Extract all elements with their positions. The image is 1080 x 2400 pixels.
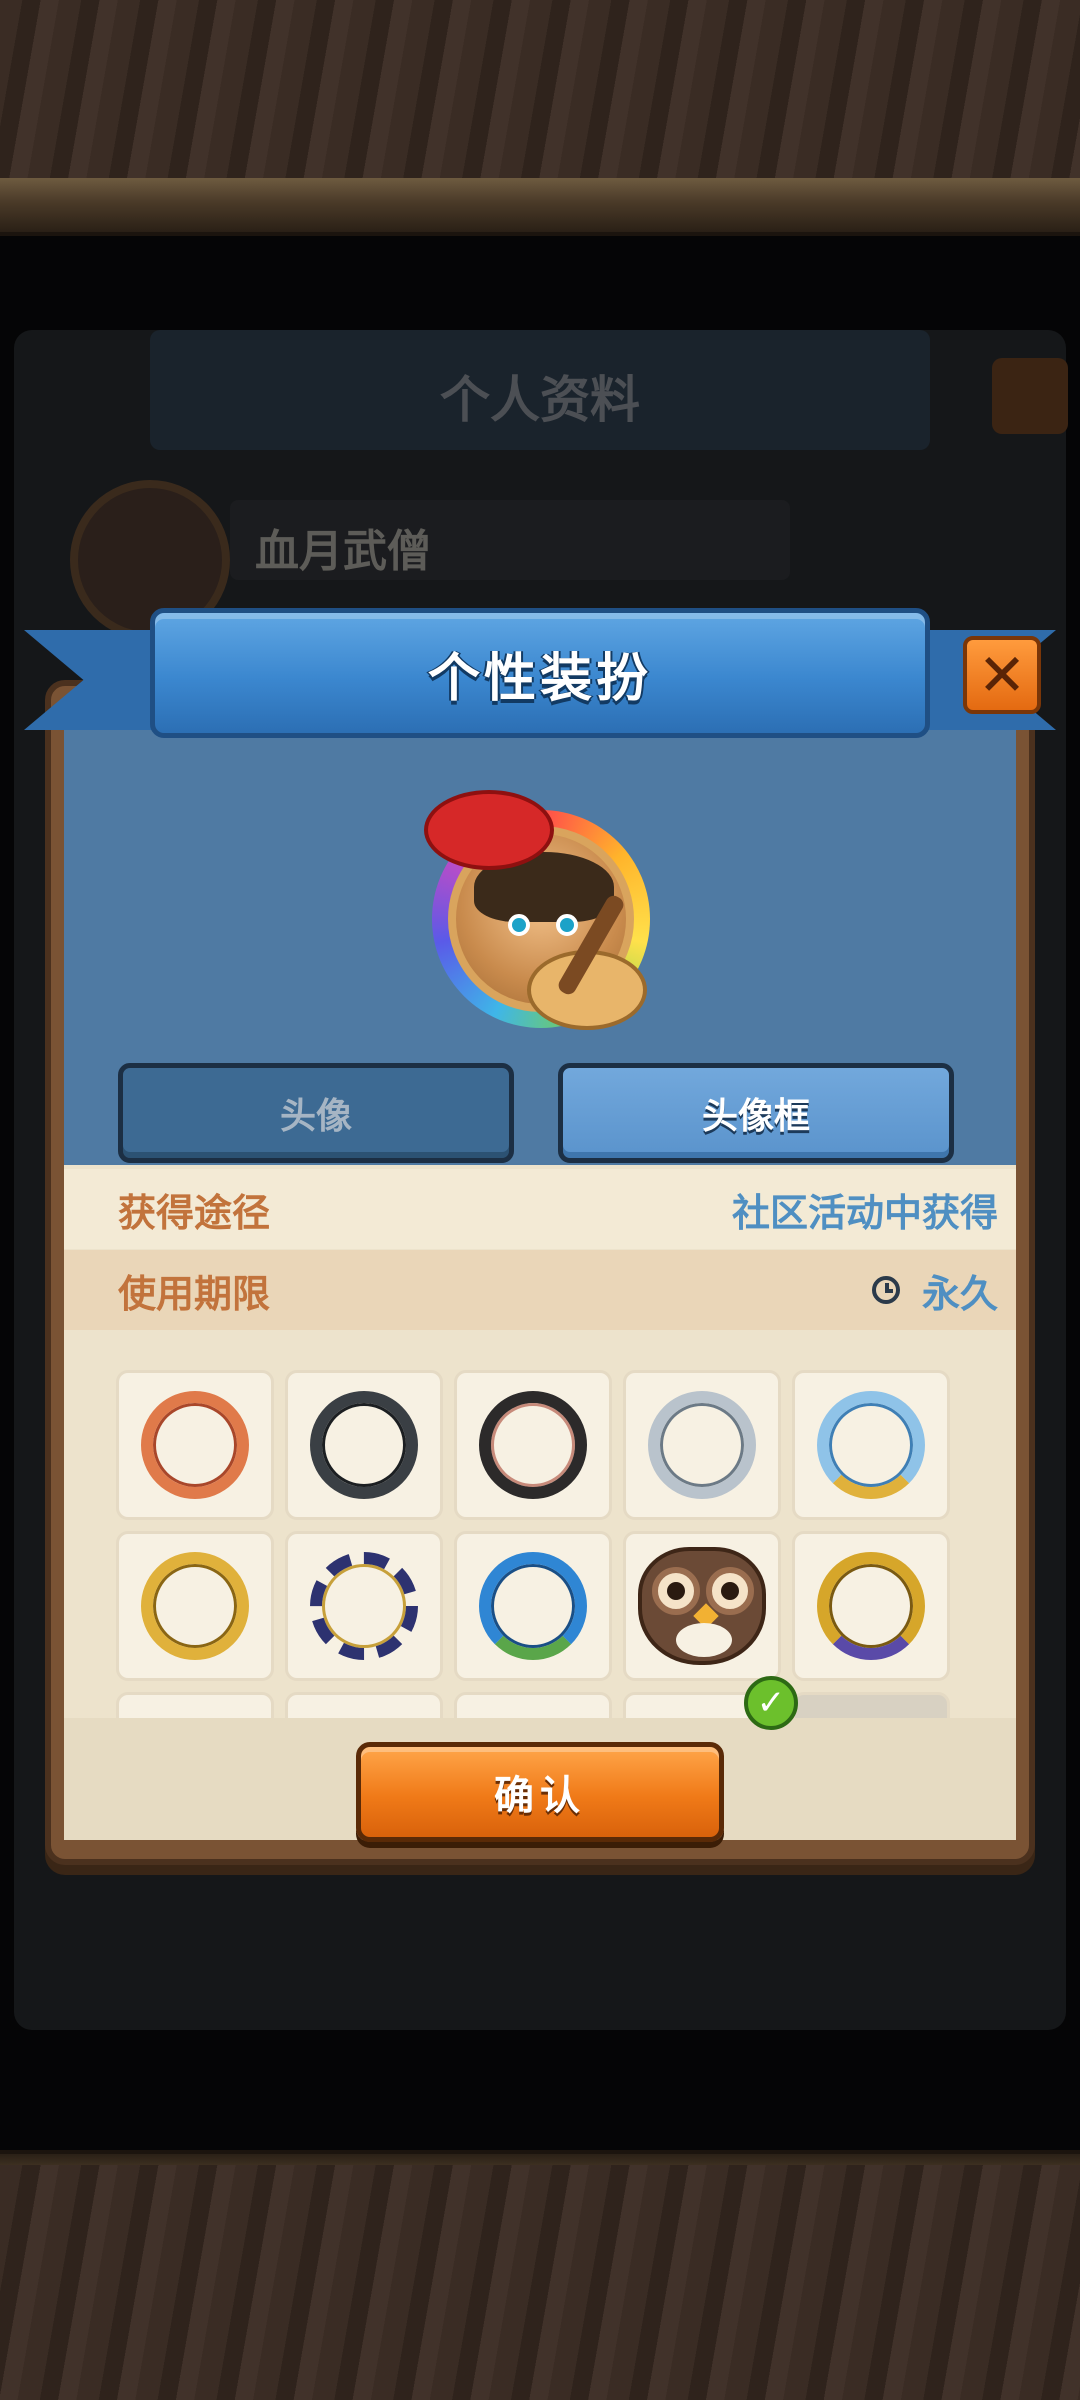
frame-cell-chain[interactable] xyxy=(285,1531,443,1681)
dark-steel-ring-frame-icon xyxy=(310,1391,418,1499)
clock-icon xyxy=(871,1276,900,1304)
portrait-eye-left xyxy=(508,914,530,936)
period-label: 使用期限 xyxy=(118,1271,271,1316)
owl-eye-right xyxy=(706,1567,754,1615)
tab-avatar-frame[interactable]: 头像框 xyxy=(558,1063,954,1163)
player-name: 血月武僧 xyxy=(255,526,431,577)
portrait-eye-right xyxy=(556,914,578,936)
source-row: 获得途径 社区活动中获得 xyxy=(64,1169,1016,1249)
frame-cell-dark-steel[interactable] xyxy=(285,1370,443,1520)
gold-purple-ring-frame-icon xyxy=(817,1552,925,1660)
copper-ring-frame-icon xyxy=(141,1391,249,1499)
dialog-title: 个性装扮 xyxy=(427,649,652,709)
profile-close-button xyxy=(992,358,1068,434)
equipped-check-icon: ✓ xyxy=(744,1676,798,1730)
source-value: 社区活动中获得 xyxy=(732,1182,998,1237)
frame-cell-black-rose[interactable] xyxy=(454,1370,612,1520)
chain-ring-frame-icon xyxy=(310,1552,418,1660)
confirm-button[interactable]: 确认 xyxy=(356,1742,724,1842)
black-rose-ring-frame-icon xyxy=(479,1391,587,1499)
frame-cell-partial-5[interactable] xyxy=(792,1692,950,1718)
frame-grid xyxy=(110,1368,960,1718)
frame-cell-wave[interactable] xyxy=(454,1531,612,1681)
gold-winged-ring-frame-icon xyxy=(141,1552,249,1660)
period-value-text: 永久 xyxy=(921,1271,998,1316)
gold-blue-ring-frame-icon xyxy=(817,1391,925,1499)
source-label: 获得途径 xyxy=(118,1190,271,1235)
wood-frame-top xyxy=(0,0,1080,190)
frame-cell-partial-2[interactable] xyxy=(285,1692,443,1718)
frame-cell-partial-1[interactable] xyxy=(116,1692,274,1718)
frame-cell-gold-winged[interactable] xyxy=(116,1531,274,1681)
avatar-preview xyxy=(424,790,650,1030)
source-value-text: 社区活动中获得 xyxy=(731,1190,998,1235)
wood-rim-top xyxy=(0,178,1080,236)
profile-window-title: 个人资料 xyxy=(440,371,640,429)
close-button[interactable]: ✕ xyxy=(963,636,1041,714)
tab-avatar[interactable]: 头像 xyxy=(118,1063,514,1163)
wood-frame-bottom xyxy=(0,2165,1080,2400)
owl-frame-icon xyxy=(638,1547,766,1665)
wave-ring-frame-icon xyxy=(479,1552,587,1660)
frame-cell-silver[interactable] xyxy=(623,1370,781,1520)
owl-center xyxy=(676,1623,732,1657)
frame-cell-copper[interactable] xyxy=(116,1370,274,1520)
frame-cell-owl[interactable] xyxy=(623,1531,781,1681)
period-value: 永久 xyxy=(871,1263,998,1318)
owl-eye-left xyxy=(652,1567,700,1615)
period-row: 使用期限 永久 xyxy=(64,1250,1016,1330)
beret-icon xyxy=(424,790,554,870)
silver-ring-frame-icon xyxy=(648,1391,756,1499)
frame-cell-gold-purple[interactable] xyxy=(792,1531,950,1681)
frame-cell-gold-blue[interactable] xyxy=(792,1370,950,1520)
close-x-icon: ✕ xyxy=(977,641,1027,709)
frame-cell-partial-3[interactable] xyxy=(454,1692,612,1718)
